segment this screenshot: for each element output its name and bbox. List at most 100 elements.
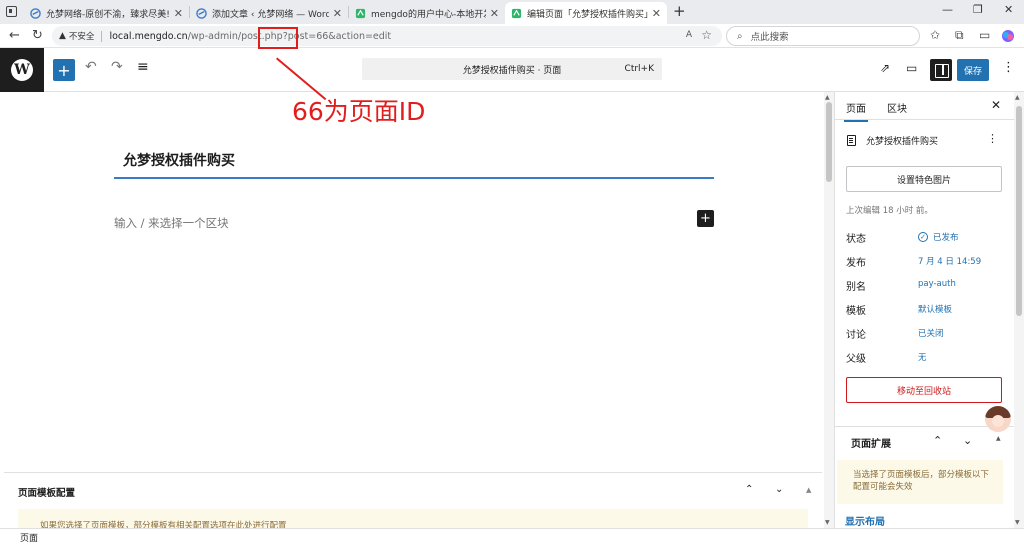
address-bar[interactable]: ▲ 不安全 local.mengdo.cn /wp-admin/post.php… bbox=[52, 26, 722, 46]
undo-icon[interactable]: ↶ bbox=[85, 59, 97, 75]
device-preview-icon[interactable]: ▭ bbox=[906, 61, 917, 75]
maximize-button[interactable]: ❐ bbox=[973, 3, 983, 16]
scrollbar-thumb[interactable] bbox=[826, 102, 832, 182]
chevron-up-icon[interactable]: ⌃ bbox=[745, 484, 753, 495]
close-window-button[interactable]: ✕ bbox=[1004, 3, 1013, 16]
page-extension-panel: 页面扩展 ⌃ ⌄ 当选择了页面模板后，部分模板以下配置可能会失效 显示布局 bbox=[835, 426, 1015, 528]
block-appender-placeholder[interactable]: 输入 / 来选择一个区块 bbox=[114, 215, 229, 231]
scroll-up-icon[interactable]: ▲ bbox=[1015, 94, 1020, 101]
display-layout-heading[interactable]: 显示布局 bbox=[845, 513, 885, 528]
minimize-button[interactable]: — bbox=[942, 3, 953, 16]
page-template-meta-panel: 页面模板配置 ⌃ ⌄ ▲ 如果您选择了页面模板，部分模板有相关配置选项在此处进行… bbox=[4, 472, 822, 529]
close-icon[interactable]: ✕ bbox=[333, 7, 342, 20]
parent-value[interactable]: 无 bbox=[918, 351, 927, 363]
not-secure-label[interactable]: 不安全 bbox=[69, 30, 95, 42]
assistant-avatar[interactable] bbox=[985, 406, 1011, 432]
scroll-up-icon[interactable]: ▲ bbox=[825, 94, 830, 101]
page-document-icon bbox=[847, 135, 856, 146]
avatar-caret-icon: ▲ bbox=[996, 435, 1001, 442]
settings-sidebar: 页面 区块 ✕ 允梦授权插件购买 ⋮ 设置特色图片 上次编辑 18 小时 前。 … bbox=[834, 92, 1015, 528]
slug-label: 别名 bbox=[846, 282, 866, 293]
address-separator bbox=[101, 30, 103, 42]
browser-tab[interactable]: 允梦网络-原创不渝，臻求尽美! ✕ bbox=[24, 2, 189, 24]
refresh-icon[interactable]: ↻ bbox=[32, 28, 43, 43]
meta-panel-notice: 如果您选择了页面模板，部分模板有相关配置选项在此处进行配置 bbox=[18, 509, 808, 529]
canvas-scrollbar[interactable]: ▲ ▼ bbox=[824, 92, 834, 528]
sidebar-tabs: 页面 区块 ✕ bbox=[835, 92, 1015, 122]
publish-date-value[interactable]: 7 月 4 日 14:59 bbox=[918, 255, 981, 267]
chevron-down-icon[interactable]: ⌄ bbox=[775, 484, 783, 495]
published-check-icon: ✓ bbox=[918, 232, 928, 242]
back-arrow-icon[interactable]: ← bbox=[9, 28, 20, 43]
meta-panel-title: 页面模板配置 bbox=[18, 488, 76, 499]
favorite-star-icon[interactable]: ☆ bbox=[701, 28, 712, 42]
warning-icon: ▲ bbox=[59, 31, 66, 41]
shortcut-hint: Ctrl+K bbox=[624, 64, 654, 74]
search-placeholder: 点此搜索 bbox=[750, 32, 789, 43]
chevron-up-icon[interactable]: ⌃ bbox=[933, 434, 942, 447]
discussion-value[interactable]: 已关闭 bbox=[918, 327, 944, 339]
close-sidebar-icon[interactable]: ✕ bbox=[991, 98, 1001, 112]
slug-value[interactable]: pay-auth bbox=[918, 279, 956, 289]
scroll-down-icon[interactable]: ▼ bbox=[825, 519, 830, 526]
status-value-button[interactable]: ✓ 已发布 bbox=[918, 231, 959, 243]
browser-tab[interactable]: 添加文章 ‹ 允梦网络 — WordPress ✕ bbox=[190, 2, 348, 24]
browser-tab-title: mengdo的用户中心-本地开发 bbox=[371, 9, 486, 20]
view-page-external-icon[interactable]: ⇗ bbox=[880, 61, 890, 75]
new-tab-button[interactable]: + bbox=[673, 2, 686, 20]
close-icon[interactable]: ✕ bbox=[174, 7, 183, 20]
post-title-field[interactable]: 允梦授权插件购买 bbox=[123, 150, 235, 170]
parent-label: 父级 bbox=[846, 354, 866, 365]
browser-tab[interactable]: mengdo的用户中心-本地开发 ✕ bbox=[349, 2, 505, 24]
url-host: local.mengdo.cn bbox=[109, 30, 188, 42]
status-value: 已发布 bbox=[933, 233, 959, 243]
close-icon[interactable]: ✕ bbox=[652, 7, 661, 20]
set-featured-image-button[interactable]: 设置特色图片 bbox=[846, 166, 1002, 192]
close-icon[interactable]: ✕ bbox=[490, 7, 499, 20]
wordpress-green-favicon-icon bbox=[511, 8, 522, 18]
document-title: 允梦授权插件购买 bbox=[866, 137, 939, 147]
copilot-icon[interactable] bbox=[1001, 29, 1015, 43]
editor-canvas: 66为页面ID 允梦授权插件购买 输入 / 来选择一个区块 + bbox=[0, 27, 824, 528]
scrollbar-thumb[interactable] bbox=[1016, 106, 1022, 316]
move-to-trash-button[interactable]: 移动至回收站 bbox=[846, 377, 1002, 403]
publish-label: 发布 bbox=[846, 258, 866, 269]
options-more-icon[interactable]: ⋮ bbox=[1002, 60, 1015, 75]
read-aloud-icon[interactable]: A bbox=[686, 30, 692, 40]
command-palette-button[interactable]: 允梦授权插件购买 · 页面 Ctrl+K bbox=[362, 58, 662, 80]
search-icon: ⌕ bbox=[737, 30, 743, 42]
wordpress-logo-button[interactable]: W bbox=[0, 48, 44, 92]
browser-tab-title: 添加文章 ‹ 允梦网络 — WordPress bbox=[212, 9, 329, 20]
wordpress-green-favicon-icon bbox=[355, 8, 366, 18]
chevron-down-icon[interactable]: ⌄ bbox=[963, 434, 972, 447]
scroll-down-icon[interactable]: ▼ bbox=[1015, 519, 1020, 526]
status-label: 状态 bbox=[846, 234, 866, 245]
save-button[interactable]: 保存 bbox=[957, 59, 989, 81]
annotation-highlight-box bbox=[258, 27, 298, 49]
document-actions-icon[interactable]: ⋮ bbox=[987, 132, 998, 145]
settings-sidebar-toggle-icon[interactable] bbox=[930, 59, 952, 81]
sidebar-scrollbar[interactable]: ▲ ▼ bbox=[1014, 92, 1024, 528]
browser-tab-active[interactable]: 编辑页面「允梦授权插件购买」 ✕ bbox=[505, 2, 667, 24]
browser-search-box[interactable]: ⌕ 点此搜索 bbox=[726, 26, 920, 46]
document-overview-icon[interactable]: ≡ bbox=[137, 59, 149, 75]
tab-block[interactable]: 区块 bbox=[887, 100, 907, 115]
extensions-icon[interactable]: ⧉ bbox=[955, 28, 964, 43]
avatar-face bbox=[992, 415, 1004, 427]
block-inserter-button[interactable]: + bbox=[53, 59, 75, 81]
browser-toolbar: ← ↻ ▲ 不安全 local.mengdo.cn /wp-admin/post… bbox=[0, 24, 1024, 48]
tab-page[interactable]: 页面 bbox=[844, 100, 868, 122]
site-favicon-icon bbox=[196, 7, 207, 19]
breadcrumb-item[interactable]: 页面 bbox=[20, 531, 38, 544]
template-value[interactable]: 默认模板 bbox=[918, 303, 952, 315]
window-menu-icon[interactable] bbox=[6, 6, 17, 17]
split-screen-icon[interactable]: ▭ bbox=[979, 28, 990, 42]
caret-up-icon[interactable]: ▲ bbox=[806, 486, 811, 494]
site-favicon-icon bbox=[30, 7, 41, 19]
document-summary: 允梦授权插件购买 bbox=[847, 134, 938, 147]
add-block-button[interactable]: + bbox=[697, 210, 714, 227]
browser-tab-title: 编辑页面「允梦授权插件购买」 bbox=[527, 9, 648, 20]
favorites-bar-icon[interactable]: ✩ bbox=[930, 28, 940, 42]
discussion-label: 讨论 bbox=[846, 330, 866, 341]
redo-icon[interactable]: ↷ bbox=[111, 59, 123, 75]
